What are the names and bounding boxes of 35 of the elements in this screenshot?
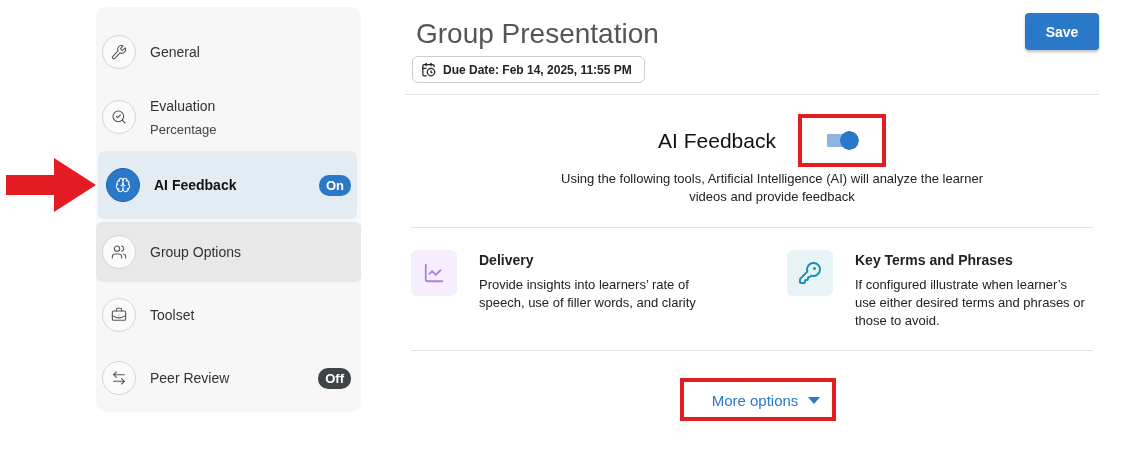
section-title: AI Feedback [658, 128, 776, 153]
key-icon [798, 261, 822, 285]
exchange-icon [111, 370, 127, 386]
status-badge: Off [318, 367, 351, 389]
sidebar-label: Group Options [150, 244, 243, 260]
page-title: Group Presentation [416, 18, 659, 50]
brain-icon [115, 177, 131, 193]
sidebar-label: AI Feedback [154, 177, 238, 193]
sidebar-item[interactable]: Toolset [96, 285, 361, 345]
sidebar-item[interactable]: Evaluation Percentage [96, 86, 361, 148]
toolbox-icon [111, 307, 127, 323]
calendar-icon [421, 62, 436, 77]
sidebar-label: Peer Review [150, 370, 231, 386]
status-badge: On [318, 174, 351, 196]
tool-description: Provide insights into learners’ rate of speech, use of filler words, and clarity [479, 276, 697, 312]
due-date-text: Due Date: Feb 14, 2025, 11:55 PM [443, 62, 632, 77]
more-options-button[interactable]: More options [711, 392, 821, 409]
sidebar-item[interactable]: General [96, 21, 361, 83]
sidebar-label: Evaluation [150, 97, 217, 114]
caret-icon [808, 397, 821, 404]
toggle-switch[interactable] [824, 131, 859, 150]
sidebar-label: General [150, 44, 201, 60]
section-description: Using the following tools, Artificial Intelligence (AI) will analyze the learner videos and provide feedback [560, 170, 984, 206]
tool-title: Delivery [479, 252, 535, 268]
wrench-icon [111, 44, 127, 60]
tool-description: If configured illustrate when learner’s use either desired terms and phrases or those to avoid. [855, 276, 1086, 330]
sidebar-label: Toolset [150, 307, 196, 323]
sidebar-item[interactable]: Group Options [96, 222, 361, 282]
magnifier-icon [111, 109, 127, 125]
save-button[interactable]: Save [1025, 13, 1099, 50]
people-icon [111, 244, 127, 260]
sidebar-item[interactable]: Peer Review Off [96, 348, 361, 408]
sidebar-subtitle: Percentage [150, 121, 218, 137]
line-chart-icon [423, 262, 445, 284]
tool-title: Key Terms and Phrases [855, 252, 1014, 268]
